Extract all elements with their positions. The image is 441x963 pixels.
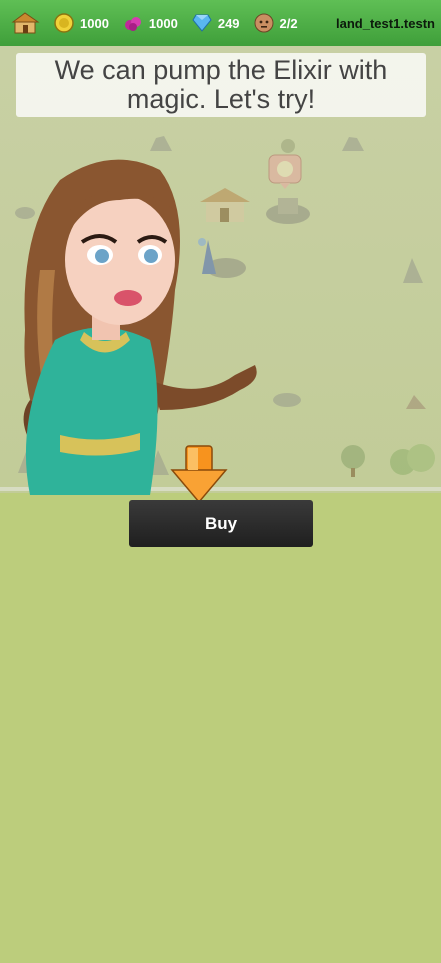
buy-button[interactable]: Buy [129, 500, 313, 547]
dialog-text: We can pump the Elixir with magic. Let's… [54, 55, 388, 114]
advisor-dialog: We can pump the Elixir with magic. Let's… [16, 53, 426, 117]
advisor-character [23, 159, 257, 495]
town-hall-button[interactable] [10, 10, 40, 36]
tree-icon [341, 445, 365, 477]
elixir-amount: 1000 [148, 15, 178, 31]
rock-icon [342, 137, 364, 151]
worker-amount: 2/2 [279, 15, 298, 31]
bush-icon [390, 444, 435, 475]
gem-counter[interactable]: 249 [192, 14, 240, 32]
gem-icon [192, 14, 212, 32]
top-status-bar: 1000 1000 249 2/2 land_test1.testn [0, 0, 441, 46]
rock-icon [406, 395, 426, 409]
down-arrow-icon [170, 445, 228, 504]
buy-button-label: Buy [204, 513, 238, 533]
gold-coin-icon [54, 13, 74, 33]
ground-panel [0, 495, 441, 963]
elixir-icon [124, 17, 141, 31]
gold-counter[interactable]: 1000 [54, 13, 109, 33]
rock-icon [403, 258, 423, 283]
worker-icon [254, 13, 274, 33]
rock-icon [273, 393, 301, 407]
elixir-collector-icon [266, 198, 310, 224]
gold-amount: 1000 [80, 15, 109, 31]
worker-counter[interactable]: 2/2 [254, 13, 298, 33]
elixir-counter[interactable]: 1000 [123, 13, 178, 33]
player-name: land_test1.testn [336, 15, 435, 31]
town-hall-icon [11, 12, 40, 34]
tree-icon [281, 139, 295, 153]
gem-amount: 249 [217, 15, 240, 31]
collect-bubble-icon[interactable] [268, 154, 302, 190]
